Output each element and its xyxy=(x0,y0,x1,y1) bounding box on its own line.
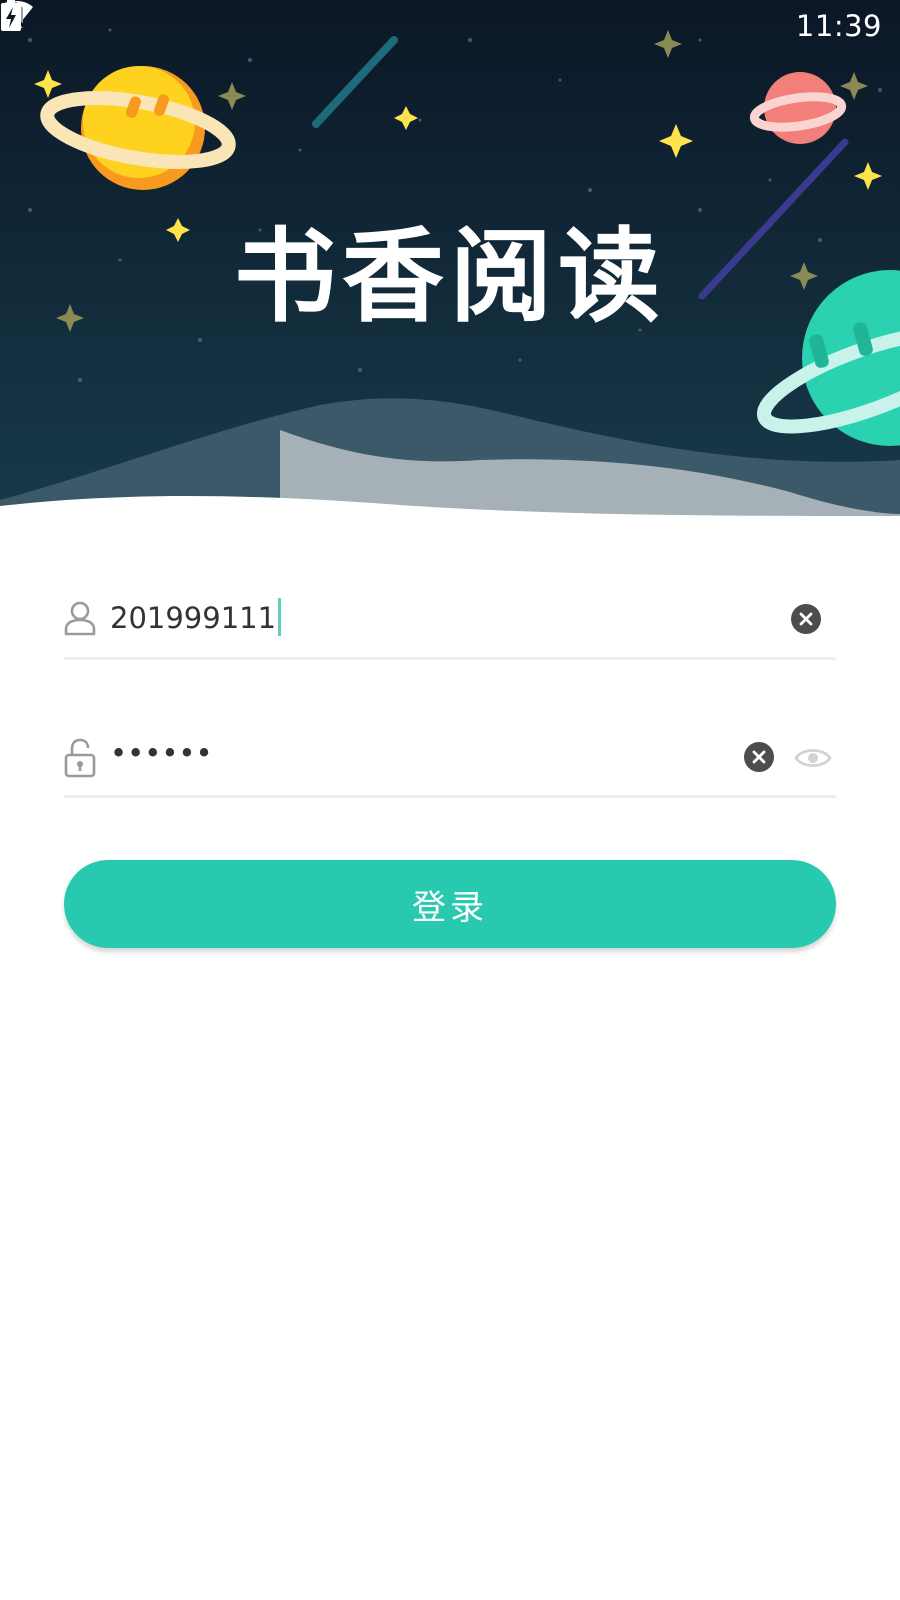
text-cursor xyxy=(278,598,282,636)
password-field[interactable]: •••••• xyxy=(64,716,836,798)
clear-password-button[interactable] xyxy=(744,742,774,772)
toggle-password-visibility-button[interactable] xyxy=(794,743,832,773)
battery-charging-icon xyxy=(1,0,782,41)
location-icon xyxy=(1,1,650,41)
password-value: •••••• xyxy=(110,736,213,770)
password-input[interactable]: •••••• xyxy=(110,736,213,770)
lock-icon xyxy=(64,738,96,778)
status-bar: 11:39 xyxy=(0,0,900,52)
clear-icon xyxy=(752,750,766,764)
login-button[interactable]: 登录 xyxy=(64,860,836,948)
header-banner: 11:39 书香阅读 xyxy=(0,0,900,520)
clear-username-button[interactable] xyxy=(791,604,821,634)
username-input[interactable]: 201999111 xyxy=(110,598,282,636)
wifi-icon xyxy=(1,1,694,41)
username-value: 201999111 xyxy=(110,601,277,635)
clear-icon xyxy=(799,612,813,626)
user-icon xyxy=(64,600,96,640)
app-title: 书香阅读 xyxy=(234,218,666,337)
status-time: 11:39 xyxy=(795,9,882,43)
eye-icon xyxy=(794,749,832,767)
username-field[interactable]: 201999111 xyxy=(64,578,836,660)
no-sim-icon xyxy=(0,1,738,41)
